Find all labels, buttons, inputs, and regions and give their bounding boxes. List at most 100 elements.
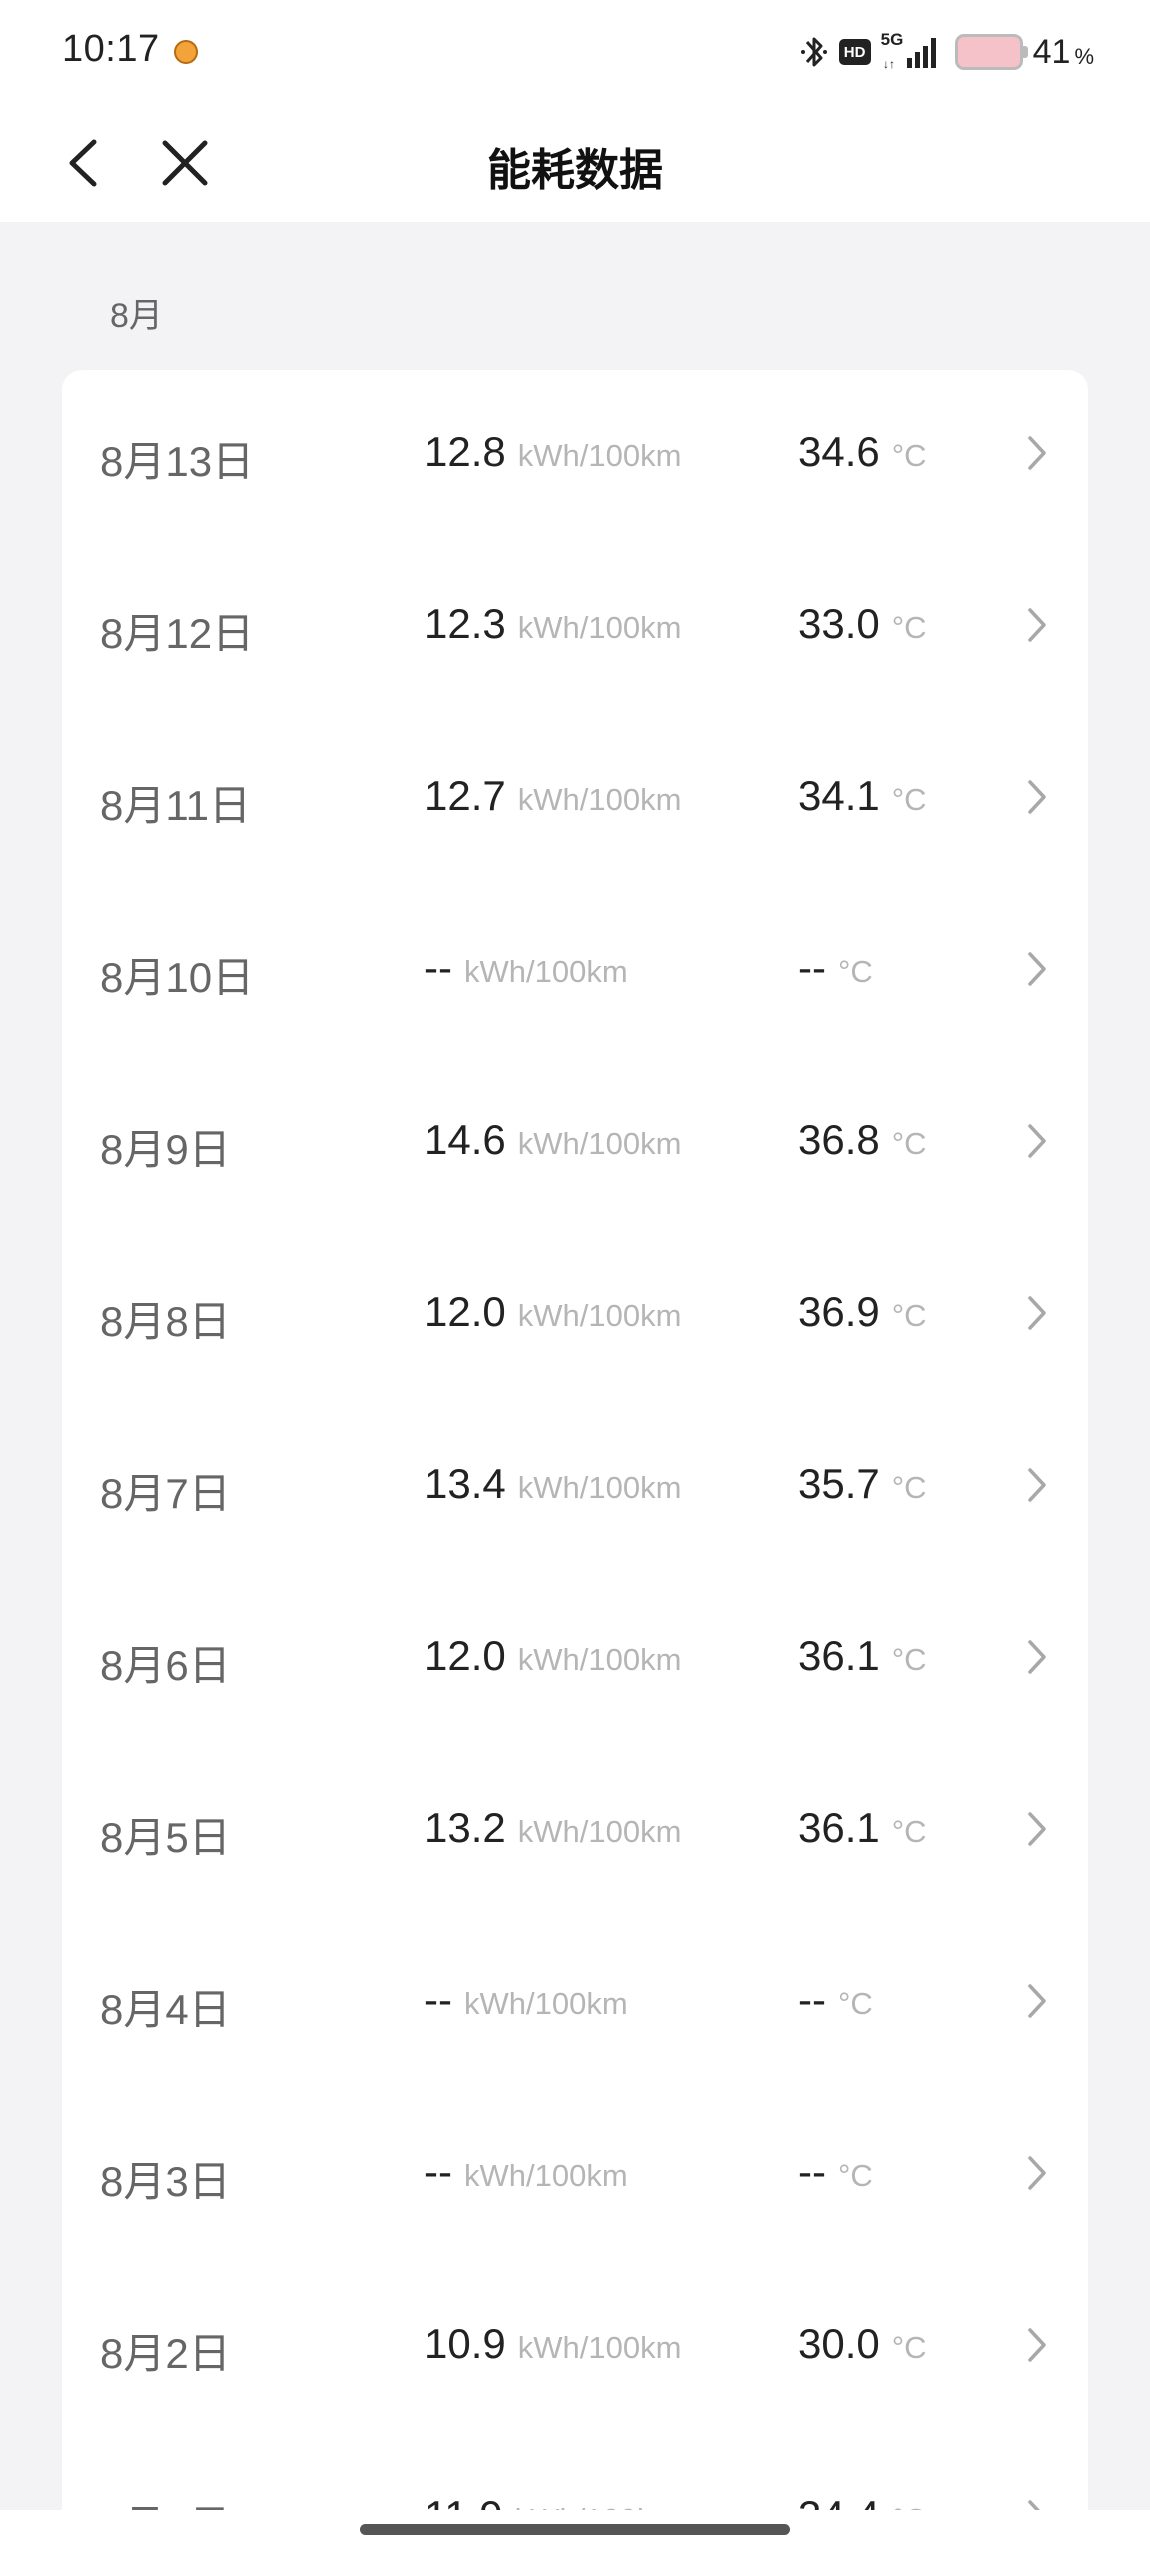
chevron-right-icon [1028, 608, 1046, 642]
energy-row[interactable]: 8月11日 12.7 kWh/100km 34.1 °C [62, 714, 1088, 886]
energy-unit: kWh/100km [517, 438, 682, 473]
temperature-value: 35.7 [798, 1460, 880, 1507]
energy-value-group: -- kWh/100km [424, 1976, 628, 2024]
temperature-value-group: 36.9 °C [798, 1288, 927, 1336]
temperature-unit: °C [891, 1642, 927, 1677]
energy-unit: kWh/100km [463, 954, 628, 989]
energy-row[interactable]: 8月3日 -- kWh/100km -- °C [62, 2090, 1088, 2262]
energy-unit: kWh/100km [463, 2158, 628, 2193]
row-date: 8月13日 [100, 438, 255, 485]
signal-icon: 5G ↓↑ [881, 30, 945, 72]
temperature-value: -- [798, 944, 826, 991]
temperature-value: 36.8 [798, 1116, 880, 1163]
chevron-right-icon [1028, 1812, 1046, 1846]
energy-row[interactable]: 8月13日 12.8 kWh/100km 34.6 °C [62, 370, 1088, 542]
temperature-value-group: 33.0 °C [798, 600, 927, 648]
energy-value-group: 13.2 kWh/100km [424, 1804, 681, 1852]
energy-row[interactable]: 8月9日 14.6 kWh/100km 36.8 °C [62, 1058, 1088, 1230]
temperature-value-group: -- °C [798, 2148, 873, 2196]
energy-unit: kWh/100km [517, 1470, 682, 1505]
page-title: 能耗数据 [487, 146, 663, 195]
energy-row[interactable]: 8月8日 12.0 kWh/100km 36.9 °C [62, 1230, 1088, 1402]
chevron-right-icon [1028, 1984, 1046, 2018]
row-date: 8月5日 [100, 1814, 231, 1861]
temperature-value-group: -- °C [798, 1976, 873, 2024]
row-date: 8月12日 [100, 610, 255, 657]
energy-value: 12.3 [424, 600, 506, 647]
energy-value-group: 13.4 kWh/100km [424, 1460, 681, 1508]
temperature-unit: °C [891, 1298, 927, 1333]
row-date: 8月8日 [100, 1298, 231, 1345]
energy-value-group: 12.8 kWh/100km [424, 428, 681, 476]
temperature-value-group: -- °C [798, 944, 873, 992]
energy-row[interactable]: 8月10日 -- kWh/100km -- °C [62, 886, 1088, 1058]
energy-value-group: 12.0 kWh/100km [424, 1288, 681, 1336]
row-date: 8月6日 [100, 1642, 231, 1689]
row-date: 8月2日 [100, 2330, 231, 2377]
energy-value: 12.0 [424, 1632, 506, 1679]
row-date: 8月9日 [100, 1126, 231, 1173]
temperature-value: 30.0 [798, 2320, 880, 2367]
energy-value-group: -- kWh/100km [424, 2148, 628, 2196]
battery-icon [954, 34, 1028, 70]
temperature-unit: °C [891, 1126, 927, 1161]
temperature-value-group: 36.8 °C [798, 1116, 927, 1164]
month-label: 8月 [110, 297, 163, 335]
energy-row[interactable]: 8月5日 13.2 kWh/100km 36.1 °C [62, 1746, 1088, 1918]
energy-row[interactable]: 8月6日 12.0 kWh/100km 36.1 °C [62, 1574, 1088, 1746]
chevron-right-icon [1028, 1124, 1046, 1158]
energy-value: 13.2 [424, 1804, 506, 1851]
status-time: 10:17 [62, 28, 160, 70]
temperature-value-group: 34.1 °C [798, 772, 927, 820]
temperature-value: 33.0 [798, 600, 880, 647]
row-date: 8月3日 [100, 2158, 231, 2205]
energy-row[interactable]: 8月2日 10.9 kWh/100km 30.0 °C [62, 2262, 1088, 2434]
energy-value: 12.7 [424, 772, 506, 819]
temperature-value: -- [798, 1976, 826, 2023]
energy-value: -- [424, 2148, 452, 2195]
chevron-right-icon [1028, 1468, 1046, 1502]
chevron-right-icon [1028, 1296, 1046, 1330]
temperature-unit: °C [891, 2330, 927, 2365]
energy-value: 12.0 [424, 1288, 506, 1335]
energy-value: 14.6 [424, 1116, 506, 1163]
energy-list-card: 8月13日 12.8 kWh/100km 34.6 °C 8月12日 12.3 kWh/100… [62, 370, 1088, 2556]
energy-row[interactable]: 8月7日 13.4 kWh/100km 35.7 °C [62, 1402, 1088, 1574]
temperature-value: 36.9 [798, 1288, 880, 1335]
temperature-value-group: 36.1 °C [798, 1632, 927, 1680]
temperature-unit: °C [891, 1814, 927, 1849]
row-date: 8月7日 [100, 1470, 231, 1517]
energy-value-group: 10.9 kWh/100km [424, 2320, 681, 2368]
row-date: 8月4日 [100, 1986, 231, 2033]
energy-unit: kWh/100km [517, 610, 682, 645]
energy-value: 10.9 [424, 2320, 506, 2367]
temperature-value: 36.1 [798, 1632, 880, 1679]
temperature-unit: °C [837, 954, 873, 989]
battery-percent-sign: % [1074, 44, 1094, 69]
energy-unit: kWh/100km [517, 1298, 682, 1333]
temperature-value-group: 35.7 °C [798, 1460, 927, 1508]
energy-unit: kWh/100km [517, 1814, 682, 1849]
energy-unit: kWh/100km [517, 1126, 682, 1161]
temperature-value: 34.6 [798, 428, 880, 475]
temperature-unit: °C [891, 782, 927, 817]
energy-row[interactable]: 8月4日 -- kWh/100km -- °C [62, 1918, 1088, 2090]
hd-badge: HD [838, 39, 871, 65]
temperature-value: 36.1 [798, 1804, 880, 1851]
energy-value: 13.4 [424, 1460, 506, 1507]
svg-text:↓↑: ↓↑ [883, 57, 895, 71]
temperature-unit: °C [891, 438, 927, 473]
energy-value-group: -- kWh/100km [424, 944, 628, 992]
temperature-unit: °C [837, 2158, 873, 2193]
home-indicator[interactable] [360, 2524, 790, 2535]
temperature-unit: °C [837, 1986, 873, 2021]
energy-unit: kWh/100km [517, 1642, 682, 1677]
temperature-value-group: 34.6 °C [798, 428, 927, 476]
app-notification-icon [174, 40, 198, 64]
energy-unit: kWh/100km [517, 782, 682, 817]
temperature-unit: °C [891, 1470, 927, 1505]
energy-row[interactable]: 8月12日 12.3 kWh/100km 33.0 °C [62, 542, 1088, 714]
energy-value-group: 12.0 kWh/100km [424, 1632, 681, 1680]
chevron-right-icon [1028, 2328, 1046, 2362]
status-icons: HD 5G ↓↑ 41 % [799, 30, 1094, 74]
